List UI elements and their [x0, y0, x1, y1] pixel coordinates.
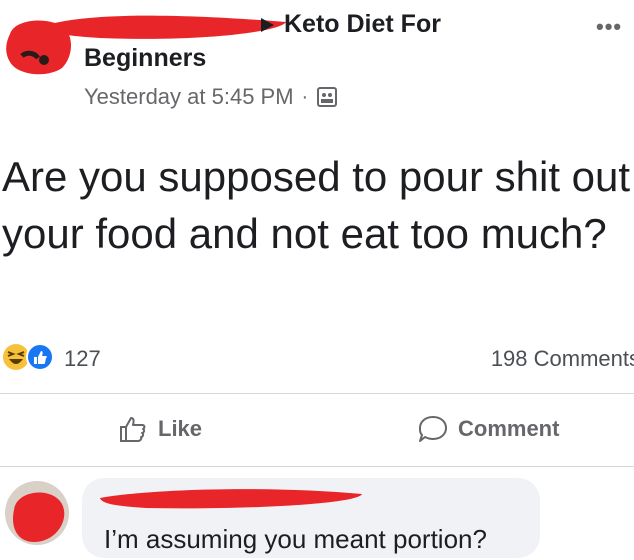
divider-top: [0, 393, 634, 394]
speech-bubble-icon: [419, 416, 447, 442]
comment-button[interactable]: Comment: [418, 414, 559, 444]
reactions-bar[interactable]: 127 198 Comments: [0, 340, 634, 376]
group-link-line1[interactable]: Keto Diet For: [258, 10, 441, 39]
post-body-text: Are you supposed to pour shit out your f…: [2, 153, 631, 257]
thumbs-up-icon: [120, 417, 146, 442]
post-meta: Yesterday at 5:45 PM ·: [84, 84, 338, 110]
commenter-name-redaction: [100, 489, 362, 509]
divider-bottom: [0, 466, 634, 467]
like-button[interactable]: Like: [118, 414, 202, 444]
like-icon: [26, 343, 54, 371]
reaction-icons: [3, 343, 54, 371]
comments-count[interactable]: 198 Comments: [491, 346, 634, 372]
post-actions: Like Comment: [0, 406, 634, 456]
author-name-redaction: [44, 15, 286, 39]
like-label: Like: [158, 416, 203, 441]
group-name-part2[interactable]: Beginners: [84, 44, 206, 73]
meta-separator: ·: [301, 85, 309, 108]
post-header: Keto Diet For Beginners Yesterday at 5:4…: [0, 0, 634, 120]
comment-item: I’m assuming you meant portion?: [0, 474, 634, 560]
reaction-count[interactable]: 127: [64, 346, 101, 372]
play-arrow-icon: [261, 17, 274, 32]
comment-label: Comment: [458, 416, 560, 441]
group-name-part1[interactable]: Keto Diet For: [284, 10, 441, 39]
group-audience-icon[interactable]: [316, 86, 338, 108]
more-options-icon[interactable]: •••: [596, 14, 622, 40]
comment-text: I’m assuming you meant portion?: [104, 524, 487, 554]
post-timestamp[interactable]: Yesterday at 5:45 PM: [84, 84, 294, 110]
commenter-avatar-redacted[interactable]: [4, 480, 70, 546]
haha-icon: [3, 344, 29, 370]
